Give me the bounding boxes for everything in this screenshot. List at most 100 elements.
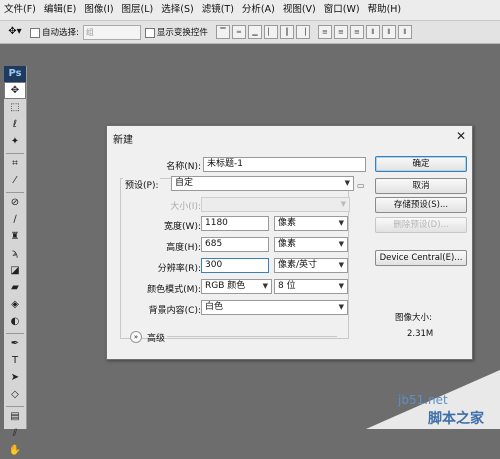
chevron-down-icon: ▼ — [344, 179, 350, 187]
bit-depth-dropdown[interactable]: 8 位 ▼ — [274, 279, 348, 294]
notes-tool-icon[interactable]: ▤ — [4, 408, 26, 425]
height-label: 高度(H): — [166, 243, 201, 253]
gradient-tool-icon[interactable]: ▰ — [4, 279, 26, 296]
preset-dropdown[interactable]: 自定 ▼ — [171, 176, 354, 191]
cancel-button[interactable]: 取消 — [375, 178, 467, 194]
image-size-value: 2.31M — [407, 329, 434, 339]
distribute-vcenter-icon[interactable]: ≡ — [333, 25, 348, 39]
menubar: 文件(F) 编辑(E) 图像(I) 图层(L) 选择(S) 滤镜(T) 分析(A… — [0, 0, 500, 21]
menu-filter[interactable]: 滤镜(T) — [198, 0, 238, 20]
watermark-site: jb51.net — [398, 393, 448, 407]
menu-file[interactable]: 文件(F) — [0, 0, 40, 20]
move-tool-icon[interactable]: ✥ — [4, 82, 26, 99]
menu-window[interactable]: 窗口(W) — [320, 0, 364, 20]
menu-image[interactable]: 图像(I) — [80, 0, 117, 20]
height-unit-value: 像素 — [278, 239, 297, 249]
type-tool-icon[interactable]: T — [4, 352, 26, 369]
menu-analysis[interactable]: 分析(A) — [238, 0, 279, 20]
align-vcenter-icon[interactable]: ═ — [231, 25, 246, 39]
blur-tool-icon[interactable]: ◈ — [4, 296, 26, 313]
distribute-right-icon[interactable]: ⦀ — [397, 25, 412, 39]
close-icon[interactable]: ✕ — [456, 129, 466, 143]
bit-depth-value: 8 位 — [278, 281, 296, 291]
background-dropdown[interactable]: 白色 ▼ — [201, 300, 348, 315]
chevron-down-icon: ▼ — [340, 200, 346, 208]
chevron-down-icon: ▼ — [338, 261, 344, 269]
menu-layer[interactable]: 图层(L) — [118, 0, 158, 20]
align-bottom-icon[interactable]: ▁ — [247, 25, 262, 39]
expand-advanced-icon[interactable]: » — [130, 331, 142, 343]
new-document-dialog: 新建 ✕ 名称(N): 未标题-1 预设(P): 自定 ▼ ▭ 大小(I): ▼ … — [106, 125, 473, 360]
width-unit-dropdown[interactable]: 像素 ▼ — [274, 216, 348, 231]
menu-select[interactable]: 选择(S) — [157, 0, 197, 20]
height-unit-dropdown[interactable]: 像素 ▼ — [274, 237, 348, 252]
brush-tool-icon[interactable]: ∕ — [4, 211, 26, 228]
history-brush-tool-icon[interactable]: ϡ — [4, 245, 26, 262]
eraser-tool-icon[interactable]: ◪ — [4, 262, 26, 279]
menu-help[interactable]: 帮助(H) — [364, 0, 406, 20]
clone-stamp-tool-icon[interactable]: ♜ — [4, 228, 26, 245]
distribute-bottom-icon[interactable]: ≡ — [349, 25, 364, 39]
advanced-label[interactable]: 高级 — [147, 331, 165, 344]
align-hcenter-icon[interactable]: ║ — [279, 25, 294, 39]
preset-value: 自定 — [175, 178, 194, 188]
crop-tool-icon[interactable]: ⌗ — [4, 155, 26, 172]
eyedropper-tool-icon[interactable]: ⁄ — [4, 172, 26, 189]
magic-wand-tool-icon[interactable]: ✦ — [4, 133, 26, 150]
align-top-icon[interactable]: ▔ — [215, 25, 230, 39]
show-transform-checkbox[interactable]: 显示变换控件 — [144, 26, 208, 38]
toolbox: Ps ✥ ⬚ ℓ ✦ ⌗ ⁄ ⊘ ∕ ♜ ϡ ◪ ▰ ◈ ◐ ✒ T ➤ ◇ ▤… — [4, 66, 27, 456]
dialog-title: 新建 — [113, 135, 133, 146]
lasso-tool-icon[interactable]: ℓ — [4, 116, 26, 133]
watermark-brand: 脚本之家 — [428, 411, 484, 427]
menu-edit[interactable]: 编辑(E) — [40, 0, 80, 20]
auto-select-dropdown[interactable]: 组 — [82, 24, 141, 40]
width-field[interactable]: 1180 — [201, 216, 269, 231]
resolution-unit-dropdown[interactable]: 像素/英寸 ▼ — [274, 258, 348, 273]
shape-tool-icon[interactable]: ◇ — [4, 386, 26, 403]
toolbox-divider — [6, 151, 24, 154]
save-preset-button[interactable]: 存储预设(S)... — [375, 197, 467, 213]
options-bar: ✥▾ 自动选择: 组 显示变换控件 ▔ ═ ▁ ▏ ║ ▕ ≡ ≡ ≡ ⦀ ⦀ … — [0, 21, 500, 44]
distribute-left-icon[interactable]: ⦀ — [365, 25, 380, 39]
show-transform-label: 显示变换控件 — [156, 28, 208, 38]
align-buttons: ▔ ═ ▁ ▏ ║ ▕ — [215, 25, 310, 39]
distribute-top-icon[interactable]: ≡ — [317, 25, 332, 39]
auto-select-checkbox[interactable]: 自动选择: — [30, 26, 79, 38]
chevron-down-icon: ▼ — [338, 240, 344, 248]
checkbox-box[interactable] — [144, 27, 155, 38]
pen-tool-icon[interactable]: ✒ — [4, 335, 26, 352]
path-selection-tool-icon[interactable]: ➤ — [4, 369, 26, 386]
preset-label: 预设(P): — [123, 178, 161, 191]
chevron-down-icon: ▼ — [338, 303, 344, 311]
chevron-down-icon: ▼ — [262, 282, 268, 290]
align-left-icon[interactable]: ▏ — [263, 25, 278, 39]
color-mode-value: RGB 颜色 — [205, 281, 246, 291]
hand-tool-icon[interactable]: ✋ — [4, 442, 26, 459]
height-field[interactable]: 685 — [201, 237, 269, 252]
dodge-tool-icon[interactable]: ◐ — [4, 313, 26, 330]
marquee-tool-icon[interactable]: ⬚ — [4, 99, 26, 116]
distribute-buttons: ≡ ≡ ≡ ⦀ ⦀ ⦀ — [317, 25, 412, 39]
name-field[interactable]: 未标题-1 — [203, 157, 366, 172]
width-label: 宽度(W): — [164, 222, 201, 232]
chevron-down-icon: ▼ — [338, 219, 344, 227]
distribute-hcenter-icon[interactable]: ⦀ — [381, 25, 396, 39]
name-label: 名称(N): — [166, 162, 201, 172]
checkbox-box[interactable] — [30, 27, 40, 38]
ok-button[interactable]: 确定 — [375, 156, 467, 172]
device-central-button[interactable]: Device Central(E)... — [375, 250, 467, 266]
eyedropper-sample-tool-icon[interactable]: ⫽ — [4, 425, 26, 442]
color-mode-label: 颜色模式(M): — [147, 285, 201, 295]
background-label: 背景内容(C): — [148, 306, 201, 316]
resolution-field[interactable]: 300 — [201, 258, 269, 273]
chevron-down-icon: ▼ — [338, 282, 344, 290]
move-tool-preset-icon[interactable]: ✥▾ — [4, 24, 26, 40]
align-right-icon[interactable]: ▕ — [295, 25, 310, 39]
menu-view[interactable]: 视图(V) — [279, 0, 320, 20]
size-dropdown: ▼ — [201, 197, 350, 212]
delete-preset-button[interactable]: 删除预设(D)... — [375, 217, 467, 233]
toolbox-divider — [6, 404, 24, 407]
color-mode-dropdown[interactable]: RGB 颜色 ▼ — [201, 279, 272, 294]
healing-brush-tool-icon[interactable]: ⊘ — [4, 194, 26, 211]
